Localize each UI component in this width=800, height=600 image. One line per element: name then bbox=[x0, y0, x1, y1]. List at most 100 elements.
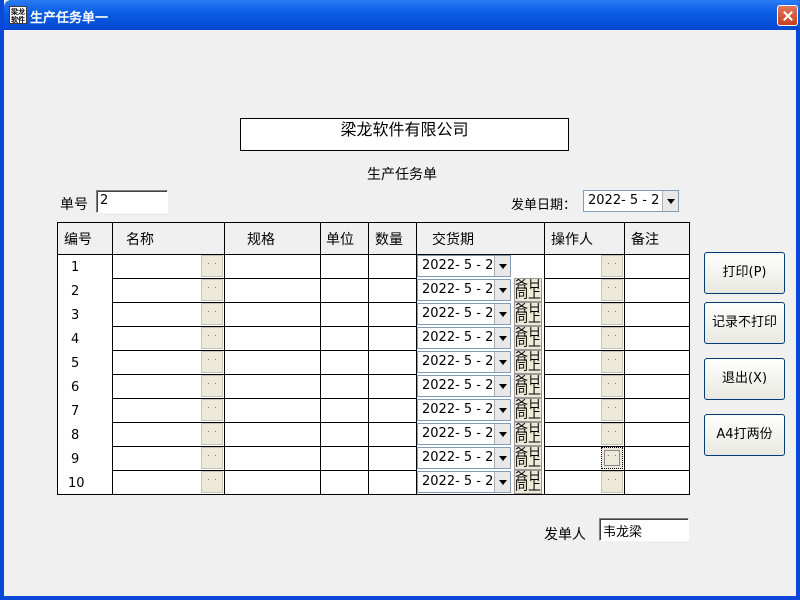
name-picker-button[interactable] bbox=[201, 279, 223, 301]
row-number: 7 bbox=[71, 404, 80, 419]
name-picker-button[interactable] bbox=[201, 375, 223, 397]
exit-button[interactable]: 退出(X) bbox=[704, 358, 785, 400]
row-number: 1 bbox=[71, 260, 80, 275]
order-no-input[interactable]: 2 bbox=[96, 190, 168, 213]
same-as-above-button[interactable]: 各日 同上 bbox=[514, 398, 542, 422]
print-button[interactable]: 打印(P) bbox=[704, 252, 785, 294]
row-number: 5 bbox=[71, 356, 80, 371]
operator-picker-button[interactable] bbox=[601, 351, 623, 373]
grid-column-line bbox=[320, 222, 321, 495]
operator-picker-button[interactable] bbox=[601, 447, 623, 469]
due-date-value: 2022- 5 - 2 bbox=[422, 426, 494, 441]
issue-date-value: 2022- 5 - 2 bbox=[588, 193, 660, 208]
same-as-above-button[interactable]: 各日 同上 bbox=[514, 422, 542, 446]
chevron-down-icon[interactable] bbox=[494, 280, 510, 300]
name-picker-button[interactable] bbox=[201, 423, 223, 445]
chevron-down-icon[interactable] bbox=[494, 352, 510, 372]
row-number: 2 bbox=[71, 284, 80, 299]
grid-row-line bbox=[112, 278, 416, 279]
due-date-picker[interactable]: 2022- 5 - 2 bbox=[417, 351, 511, 373]
chevron-down-icon[interactable] bbox=[494, 376, 510, 396]
operator-picker-button[interactable] bbox=[601, 279, 623, 301]
grid-row-line bbox=[112, 422, 416, 423]
operator-picker-button[interactable] bbox=[601, 303, 623, 325]
grid-column-line bbox=[57, 222, 58, 495]
header-name: 名称 bbox=[126, 232, 154, 248]
due-date-picker[interactable]: 2022- 5 - 2 bbox=[417, 255, 511, 277]
name-picker-button[interactable] bbox=[201, 399, 223, 421]
row-number: 6 bbox=[71, 380, 80, 395]
chevron-down-icon[interactable] bbox=[494, 472, 510, 492]
operator-picker-button[interactable] bbox=[601, 327, 623, 349]
name-picker-button[interactable] bbox=[201, 351, 223, 373]
due-date-value: 2022- 5 - 2 bbox=[422, 306, 494, 321]
issuer-input[interactable]: 韦龙梁 bbox=[599, 518, 689, 541]
form-title: 生产任务单 bbox=[367, 167, 437, 183]
grid-row-line bbox=[57, 494, 690, 495]
chevron-down-icon[interactable] bbox=[662, 191, 678, 211]
grid-row-line bbox=[57, 222, 690, 223]
header-qty: 数量 bbox=[375, 232, 403, 248]
same-as-above-button[interactable]: 各日 同上 bbox=[514, 446, 542, 470]
due-date-picker[interactable]: 2022- 5 - 2 bbox=[417, 279, 511, 301]
due-date-value: 2022- 5 - 2 bbox=[422, 258, 494, 273]
issue-date-label: 发单日期： bbox=[511, 198, 577, 213]
due-date-picker[interactable]: 2022- 5 - 2 bbox=[417, 447, 511, 469]
row-number: 3 bbox=[71, 308, 80, 323]
window-title: 生产任务单一 bbox=[30, 11, 109, 26]
operator-picker-button[interactable] bbox=[601, 399, 623, 421]
grid-column-line bbox=[624, 222, 625, 495]
chevron-down-icon[interactable] bbox=[494, 400, 510, 420]
a4-print-two-button[interactable]: A4打两份 bbox=[704, 414, 785, 456]
row-number: 4 bbox=[71, 332, 80, 347]
due-date-picker[interactable]: 2022- 5 - 2 bbox=[417, 423, 511, 445]
same-as-above-button[interactable]: 各日 同上 bbox=[514, 350, 542, 374]
name-picker-button[interactable] bbox=[201, 303, 223, 325]
header-operator: 操作人 bbox=[551, 232, 593, 248]
name-picker-button[interactable] bbox=[201, 327, 223, 349]
operator-picker-button[interactable] bbox=[601, 255, 623, 277]
operator-picker-button[interactable] bbox=[601, 423, 623, 445]
grid-row-line bbox=[112, 350, 416, 351]
same-as-above-button[interactable]: 各日 同上 bbox=[514, 326, 542, 350]
chevron-down-icon[interactable] bbox=[494, 328, 510, 348]
due-date-picker[interactable]: 2022- 5 - 2 bbox=[417, 303, 511, 325]
due-date-value: 2022- 5 - 2 bbox=[422, 450, 494, 465]
due-date-picker[interactable]: 2022- 5 - 2 bbox=[417, 327, 511, 349]
due-date-picker[interactable]: 2022- 5 - 2 bbox=[417, 471, 511, 493]
same-as-above-button[interactable]: 各日 同上 bbox=[514, 470, 542, 494]
save-without-print-button[interactable]: 记录不打印 bbox=[704, 302, 785, 344]
name-picker-button[interactable] bbox=[201, 447, 223, 469]
row-number: 9 bbox=[71, 452, 80, 467]
grid-row-line bbox=[57, 254, 690, 255]
same-as-above-button[interactable]: 各日 同上 bbox=[514, 278, 542, 302]
header-remark: 备注 bbox=[631, 232, 659, 248]
header-unit: 单位 bbox=[326, 232, 354, 248]
header-spec: 规格 bbox=[247, 232, 275, 248]
grid-row-line bbox=[112, 446, 416, 447]
company-name: 梁龙软件有限公司 bbox=[240, 118, 569, 151]
row-number: 8 bbox=[71, 428, 80, 443]
grid-column-line bbox=[368, 222, 369, 495]
grid-row-line bbox=[112, 374, 416, 375]
header-due-date: 交货期 bbox=[432, 232, 474, 248]
issue-date-picker[interactable]: 2022- 5 - 2 bbox=[583, 190, 679, 212]
chevron-down-icon[interactable] bbox=[494, 304, 510, 324]
same-as-above-button[interactable]: 各日 同上 bbox=[514, 302, 542, 326]
grid-row-line bbox=[112, 326, 416, 327]
chevron-down-icon[interactable] bbox=[494, 424, 510, 444]
operator-picker-button[interactable] bbox=[601, 375, 623, 397]
same-as-above-button[interactable]: 各日 同上 bbox=[514, 374, 542, 398]
order-no-label: 单号 bbox=[60, 197, 88, 213]
chevron-down-icon[interactable] bbox=[494, 256, 510, 276]
due-date-value: 2022- 5 - 2 bbox=[422, 474, 494, 489]
due-date-picker[interactable]: 2022- 5 - 2 bbox=[417, 399, 511, 421]
close-button[interactable] bbox=[777, 5, 798, 26]
row-number: 10 bbox=[68, 476, 85, 491]
operator-picker-button[interactable] bbox=[601, 471, 623, 493]
due-date-picker[interactable]: 2022- 5 - 2 bbox=[417, 375, 511, 397]
title-bar[interactable]: 梁龙 软件 生产任务单一 bbox=[4, 0, 800, 30]
chevron-down-icon[interactable] bbox=[494, 448, 510, 468]
name-picker-button[interactable] bbox=[201, 255, 223, 277]
name-picker-button[interactable] bbox=[201, 471, 223, 493]
